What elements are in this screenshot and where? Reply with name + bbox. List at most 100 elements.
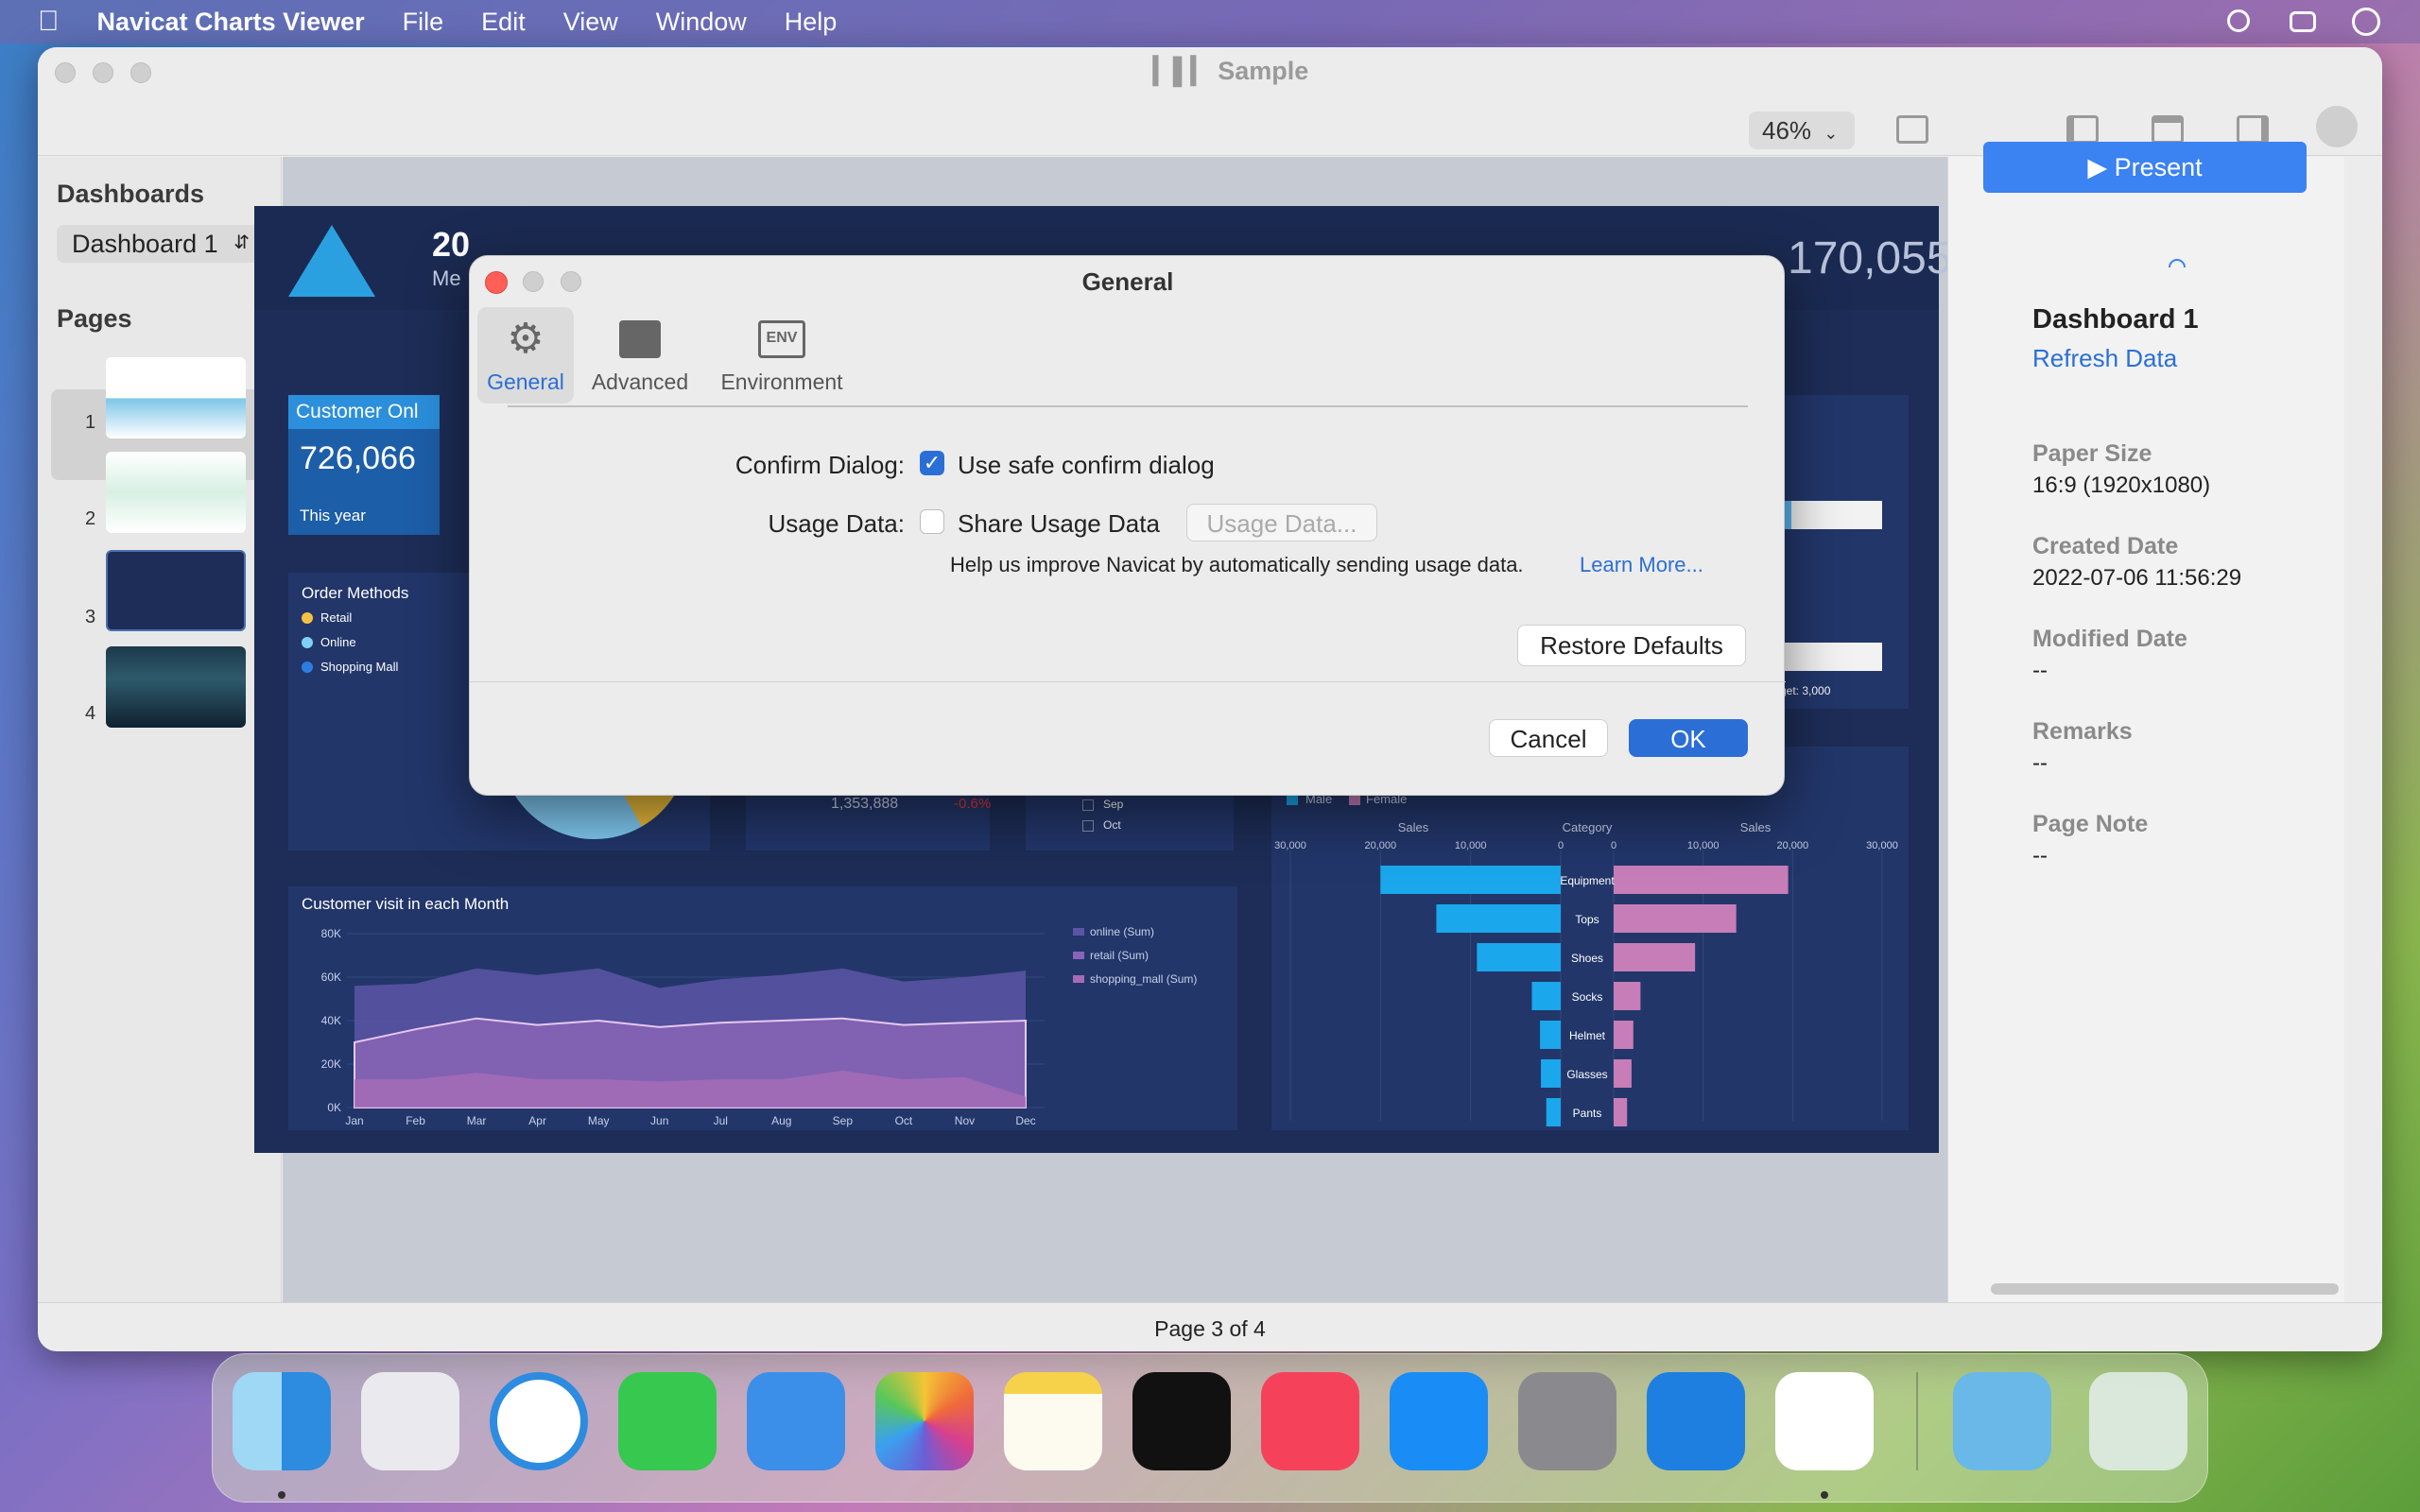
restore-defaults-button[interactable]: Restore Defaults [1517, 625, 1746, 666]
pages-heading: Pages [57, 304, 132, 333]
dock-divider [1916, 1372, 1918, 1470]
dialog-footer-divider [470, 681, 1786, 682]
confirm-dialog-label: Confirm Dialog: [735, 451, 905, 479]
safari-icon[interactable] [490, 1372, 588, 1470]
chart-icon: ▎▌▎ [1153, 57, 1211, 85]
checkbox-icon [1082, 820, 1094, 832]
right-axis-label: Sales [1740, 820, 1772, 834]
bar-female [1614, 1098, 1628, 1126]
tab-general[interactable]: ⚙ General [477, 315, 574, 395]
close-window-button[interactable] [55, 62, 76, 83]
page-thumbnail-4[interactable] [106, 646, 246, 728]
y-tick-label: 20K [321, 1057, 341, 1071]
menu-file[interactable]: File [384, 8, 463, 37]
menu-edit[interactable]: Edit [462, 8, 544, 37]
status-bar: Page 3 of 4 [38, 1302, 2382, 1349]
legend-dot-retail [302, 612, 313, 624]
running-indicator [278, 1491, 285, 1499]
finder-icon[interactable] [233, 1372, 331, 1470]
x-tick-label: Dec [1015, 1114, 1035, 1127]
share-usage-checkbox[interactable] [920, 509, 944, 534]
ok-button[interactable]: OK [1629, 719, 1748, 757]
control-center-icon[interactable] [2290, 11, 2316, 32]
month-oct: Oct [1103, 818, 1121, 832]
cancel-button[interactable]: Cancel [1489, 719, 1608, 757]
bar-female [1614, 904, 1737, 933]
y-tick-label: 80K [321, 927, 341, 940]
page-thumbnail-1[interactable] [106, 357, 246, 438]
user-avatar-icon[interactable] [2316, 106, 2358, 147]
present-button[interactable]: ▶ Present [1983, 142, 2307, 193]
dialog-title: General [1081, 267, 1174, 296]
clock-icon[interactable] [2352, 8, 2380, 36]
left-axis-label: Sales [1398, 820, 1429, 834]
bar-female [1614, 943, 1696, 971]
area-chart: Customer visit in each Month 0K 20K 40K 60K 8… [302, 895, 1197, 1127]
play-icon: ▶ [2087, 153, 2108, 181]
menu-window[interactable]: Window [637, 8, 766, 37]
window-title-group: ▎▌▎ Sample [1153, 57, 1342, 86]
bar-female [1614, 1021, 1634, 1049]
system-settings-icon[interactable] [1518, 1372, 1616, 1470]
toggle-left-sidebar-icon[interactable] [2066, 115, 2099, 144]
confirm-dialog-option: Use safe confirm dialog [958, 451, 1215, 479]
dashboards-heading: Dashboards [57, 180, 205, 208]
legend-retail: Retail [320, 610, 353, 625]
share-usage-option: Share Usage Data [958, 509, 1160, 538]
page-number: 2 [85, 508, 96, 529]
toggle-right-sidebar-icon[interactable] [2237, 115, 2269, 144]
messages-icon[interactable] [618, 1372, 717, 1470]
horizontal-scrollbar[interactable] [1991, 1283, 2339, 1295]
legend-swatch [1073, 952, 1084, 959]
notes-icon[interactable] [1004, 1372, 1102, 1470]
legend-swatch [1073, 928, 1084, 936]
refresh-data-link[interactable]: Refresh Data [2032, 344, 2177, 373]
x-tick-label: Apr [528, 1114, 546, 1127]
menu-bar:  Navicat Charts Viewer File Edit View W… [0, 0, 2420, 43]
zoom-select[interactable]: 46% ⌄ [1749, 112, 1855, 149]
photos-icon[interactable] [875, 1372, 974, 1470]
title-bar: ▎▌▎ Sample 46% ⌄ [38, 47, 2382, 156]
launchpad-icon[interactable] [361, 1372, 459, 1470]
menu-view[interactable]: View [544, 8, 637, 37]
x-tick-label: Aug [771, 1114, 791, 1127]
search-icon[interactable] [2227, 9, 2250, 32]
kpi-title: Customer Onl [296, 401, 419, 422]
navicat-icon[interactable] [1647, 1372, 1745, 1470]
toggle-top-bar-icon[interactable] [2152, 115, 2184, 144]
y-tick-label: 40K [321, 1014, 341, 1027]
mail-icon[interactable] [747, 1372, 845, 1470]
present-label: Present [2114, 153, 2203, 181]
page-thumbnail-2[interactable] [106, 452, 246, 533]
apple-tv-icon[interactable] [1132, 1372, 1231, 1470]
learn-more-link[interactable]: Learn More... [1580, 553, 1703, 577]
menu-help[interactable]: Help [766, 8, 856, 37]
running-indicator [1821, 1491, 1828, 1499]
legend-label: online (Sum) [1090, 925, 1154, 938]
page-number: 3 [85, 607, 96, 627]
zoom-window-button[interactable] [130, 62, 151, 83]
usage-data-button[interactable]: Usage Data... [1186, 504, 1377, 541]
x-tick-label: 10,000 [1687, 840, 1720, 851]
minimize-window-button[interactable] [93, 62, 113, 83]
updown-chevron-icon: ⇵ [233, 232, 250, 253]
x-tick-label: 10,000 [1455, 840, 1487, 851]
months-panel [1026, 792, 1234, 850]
tab-advanced[interactable]: Advanced [583, 315, 697, 395]
app-store-icon[interactable] [1390, 1372, 1488, 1470]
apple-icon[interactable]:  [0, 6, 78, 38]
page-thumbnail-3[interactable] [106, 550, 246, 631]
confirm-dialog-checkbox[interactable]: ✓ [920, 451, 944, 475]
music-icon[interactable] [1261, 1372, 1359, 1470]
tab-environment-label: Environment [720, 369, 843, 394]
present-mode-icon[interactable] [1896, 115, 1928, 144]
tab-environment[interactable]: ENV Environment [706, 315, 857, 395]
app-menu[interactable]: Navicat Charts Viewer [78, 8, 384, 37]
trash-icon[interactable] [2089, 1372, 2187, 1470]
navicat-charts-viewer-icon[interactable] [1775, 1372, 1874, 1470]
paper-size-value: 16:9 (1920x1080) [2032, 472, 2211, 498]
dashboard-select[interactable]: Dashboard 1 ⇵ [57, 225, 261, 263]
x-tick-label: Nov [955, 1114, 975, 1127]
downloads-folder-icon[interactable] [1953, 1372, 2051, 1470]
y-tick-label: 60K [321, 971, 341, 984]
